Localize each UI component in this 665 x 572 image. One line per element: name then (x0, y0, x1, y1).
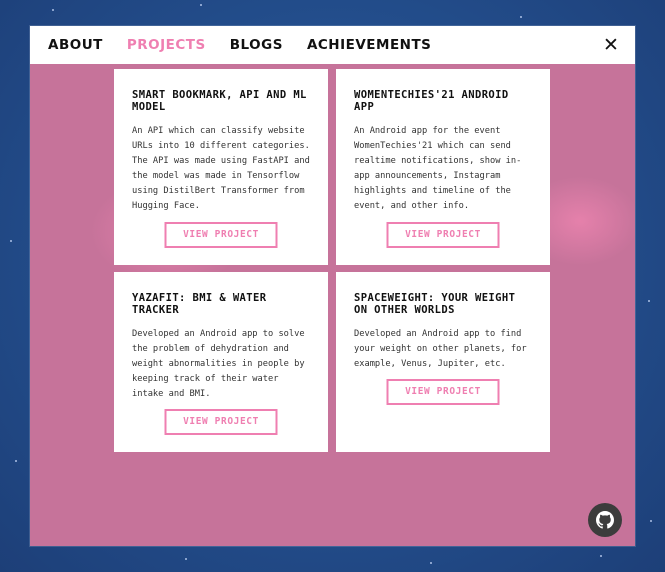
star (52, 9, 54, 11)
nav-achievements[interactable]: ACHIEVEMENTS (307, 37, 431, 53)
star (200, 4, 202, 6)
view-project-button[interactable]: VIEW PROJECT (386, 379, 500, 405)
star (185, 558, 187, 560)
project-title: YAZAFIT: BMI & WATER TRACKER (132, 292, 267, 316)
project-title: WOMENTECHIES'21 ANDROID APP (354, 89, 509, 113)
github-icon (596, 511, 614, 529)
project-card: WOMENTECHIES'21 ANDROID APP An Android a… (336, 69, 550, 265)
project-description: Developed an Android app to solve the pr… (132, 329, 305, 399)
project-description: Developed an Android app to find your we… (354, 329, 527, 369)
view-project-button[interactable]: VIEW PROJECT (386, 222, 500, 248)
github-button[interactable] (588, 503, 622, 537)
project-title: SPACEWEIGHT: YOUR WEIGHT ON OTHER WORLDS (354, 292, 516, 316)
view-project-button[interactable]: VIEW PROJECT (164, 222, 278, 248)
project-card: SPACEWEIGHT: YOUR WEIGHT ON OTHER WORLDS… (336, 272, 550, 452)
star (15, 460, 17, 462)
project-title: SMART BOOKMARK, API AND ML MODEL (132, 89, 307, 113)
star (10, 240, 12, 242)
view-project-button[interactable]: VIEW PROJECT (164, 409, 278, 435)
project-card: YAZAFIT: BMI & WATER TRACKER Developed a… (114, 272, 328, 452)
project-card: SMART BOOKMARK, API AND ML MODEL An API … (114, 69, 328, 265)
top-nav: ABOUT PROJECTS BLOGS ACHIEVEMENTS ✕ (30, 26, 635, 64)
projects-window: ABOUT PROJECTS BLOGS ACHIEVEMENTS ✕ SMAR… (30, 26, 635, 546)
star (430, 562, 432, 564)
star (520, 16, 522, 18)
star (648, 300, 650, 302)
nav-blogs[interactable]: BLOGS (230, 37, 283, 53)
star (650, 520, 652, 522)
nav-about[interactable]: ABOUT (48, 37, 103, 53)
project-description: An API which can classify website URLs i… (132, 126, 310, 211)
star (600, 555, 602, 557)
project-description: An Android app for the event WomenTechie… (354, 126, 522, 211)
nav-projects[interactable]: PROJECTS (127, 37, 206, 53)
close-icon[interactable]: ✕ (601, 34, 621, 56)
